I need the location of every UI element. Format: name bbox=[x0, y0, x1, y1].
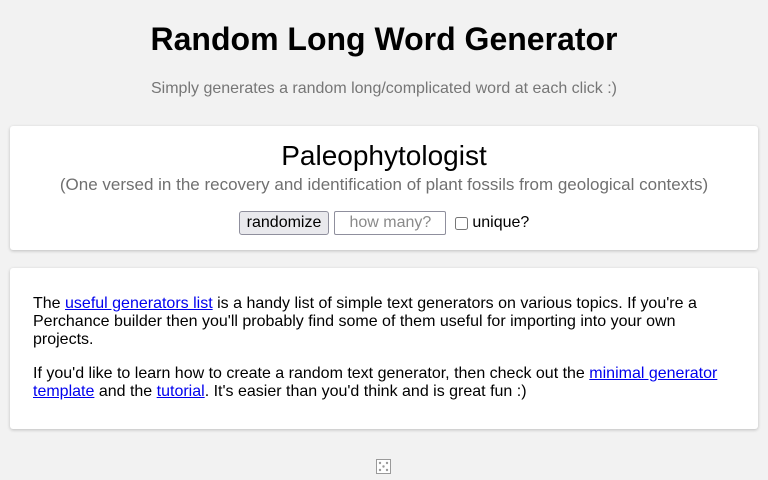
page-title: Random Long Word Generator bbox=[150, 21, 618, 57]
tutorial-link[interactable]: tutorial bbox=[157, 383, 205, 400]
info-paragraph-generators: The useful generators list is a handy li… bbox=[33, 295, 733, 349]
word-definition: (One versed in the recovery and identifi… bbox=[59, 175, 709, 194]
generated-word: Paleophytologist bbox=[281, 140, 487, 171]
p2-suffix-text: . It's easier than you'd think and is gr… bbox=[204, 383, 527, 400]
page-subtitle: Simply generates a random long/complicat… bbox=[151, 80, 617, 97]
generator-controls: randomize unique? bbox=[10, 211, 758, 235]
randomize-button[interactable]: randomize bbox=[238, 211, 330, 235]
unique-label: unique? bbox=[472, 214, 530, 231]
useful-generators-link[interactable]: useful generators list bbox=[65, 295, 213, 312]
info-card: The useful generators list is a handy li… bbox=[10, 268, 758, 429]
how-many-input[interactable] bbox=[334, 211, 447, 235]
dice-icon[interactable] bbox=[376, 459, 391, 474]
output-card: Paleophytologist (One versed in the reco… bbox=[10, 126, 758, 250]
p1-prefix-text: The bbox=[33, 295, 66, 312]
unique-checkbox[interactable] bbox=[455, 216, 469, 230]
p2-middle-text: and the bbox=[94, 383, 157, 400]
info-paragraph-tutorial: If you'd like to learn how to create a r… bbox=[33, 365, 733, 401]
p2-prefix-text: If you'd like to learn how to create a r… bbox=[33, 365, 590, 382]
